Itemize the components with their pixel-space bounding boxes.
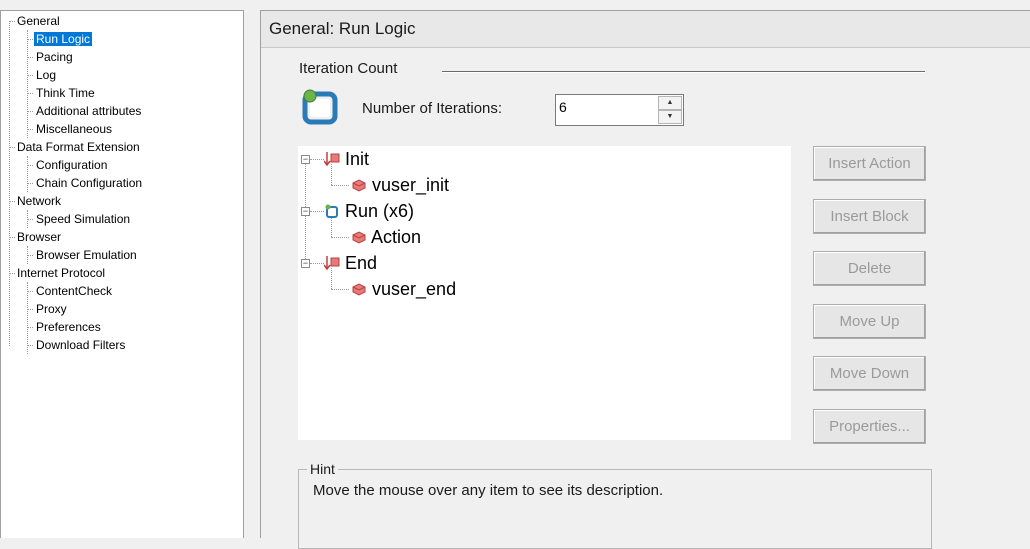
move-up-button[interactable]: Move Up [813,304,926,339]
tree-node-run[interactable]: Run (x6) [324,198,414,224]
nav-item-download-filters[interactable]: Download Filters [34,336,127,354]
page-title: General: Run Logic [269,19,416,38]
nav-item-network[interactable]: Network [15,192,63,210]
nav-label: Preferences [36,320,101,334]
nav-label: Run Logic [34,32,93,46]
iterations-label: Number of Iterations: [362,100,503,117]
settings-tree: General Run Logic Pacing Log Think Time … [0,10,244,538]
nav-label: Browser [17,230,62,244]
nav-label: Think Time [36,86,95,100]
nav-item-proxy[interactable]: Proxy [34,300,69,318]
iteration-loop-icon [302,89,338,125]
insert-block-button[interactable]: Insert Block [813,199,926,234]
nav-item-miscellaneous[interactable]: Miscellaneous [34,120,114,138]
nav-item-additional-attributes[interactable]: Additional attributes [34,102,143,120]
nav-item-pacing[interactable]: Pacing [34,48,75,66]
tree-node-init[interactable]: Init [323,146,370,172]
nav-item-run-logic[interactable]: Run Logic [34,30,93,48]
nav-label: Data Format Extension [17,140,140,154]
run-loop-icon [325,204,338,218]
insert-action-button[interactable]: Insert Action [813,146,926,181]
tree-node-label: Run (x6) [345,201,415,221]
group-separator [442,71,925,73]
nav-item-speed-simulation[interactable]: Speed Simulation [34,210,132,228]
action-block-icon [352,179,366,192]
iteration-count-group-label: Iteration Count [299,60,398,77]
hint-text: Move the mouse over any item to see its … [313,482,664,499]
nav-label: Speed Simulation [36,212,131,226]
nav-label: Network [17,194,62,208]
nav-label: Additional attributes [36,104,142,118]
collapse-toggle-icon[interactable]: − [301,207,310,216]
nav-label: Log [36,68,57,82]
delete-button[interactable]: Delete [813,251,926,286]
nav-label: Proxy [36,302,67,316]
spin-down-button[interactable]: ▼ [658,110,682,124]
action-block-icon [352,283,366,296]
nav-item-browser-emulation[interactable]: Browser Emulation [34,246,139,264]
nav-item-think-time[interactable]: Think Time [34,84,97,102]
hint-legend: Hint [307,461,338,477]
tree-node-label: vuser_end [372,279,457,299]
move-down-button[interactable]: Move Down [813,356,926,391]
tree-node-label: Action [371,227,422,247]
tree-node-label: End [345,253,378,273]
hint-box: Hint Move the mouse over any item to see… [298,461,932,549]
spin-up-button[interactable]: ▲ [658,96,682,110]
panel-header: General: Run Logic [261,11,1030,48]
nav-item-general[interactable]: General [15,12,62,30]
collapse-toggle-icon[interactable]: − [301,155,310,164]
tree-node-end[interactable]: End [323,250,378,276]
nav-label: Download Filters [36,338,126,352]
nav-item-data-format-extension[interactable]: Data Format Extension [15,138,142,156]
tree-node-label: Init [345,149,370,169]
nav-label: Configuration [36,158,108,172]
nav-label: ContentCheck [36,284,113,298]
action-block-icon [352,231,366,244]
tree-node-vuser-init[interactable]: vuser_init [351,172,449,198]
iterations-value[interactable]: 6 [559,99,567,115]
nav-item-preferences[interactable]: Preferences [34,318,103,336]
iterations-spinbox[interactable]: 6 ▲ ▼ [555,94,684,126]
properties-button[interactable]: Properties... [813,409,926,444]
nav-label: Miscellaneous [36,122,113,136]
nav-item-chain-configuration[interactable]: Chain Configuration [34,174,144,192]
tree-node-vuser-end[interactable]: vuser_end [351,276,456,302]
nav-item-browser[interactable]: Browser [15,228,63,246]
nav-label: Chain Configuration [36,176,143,190]
nav-item-internet-protocol[interactable]: Internet Protocol [15,264,107,282]
nav-item-log[interactable]: Log [34,66,58,84]
collapse-toggle-icon[interactable]: − [301,259,310,268]
run-logic-tree[interactable]: − − − Init vuser_init Run (x6) Action En… [298,146,791,440]
end-arrow-icon [323,256,340,271]
nav-label: Internet Protocol [17,266,106,280]
nav-item-configuration[interactable]: Configuration [34,156,109,174]
tree-node-action[interactable]: Action [351,224,421,250]
init-arrow-icon [323,152,340,167]
nav-label: Pacing [36,50,73,64]
nav-item-contentcheck[interactable]: ContentCheck [34,282,114,300]
tree-node-label: vuser_init [372,175,450,195]
nav-label: Browser Emulation [36,248,137,262]
nav-label: General [17,14,60,28]
